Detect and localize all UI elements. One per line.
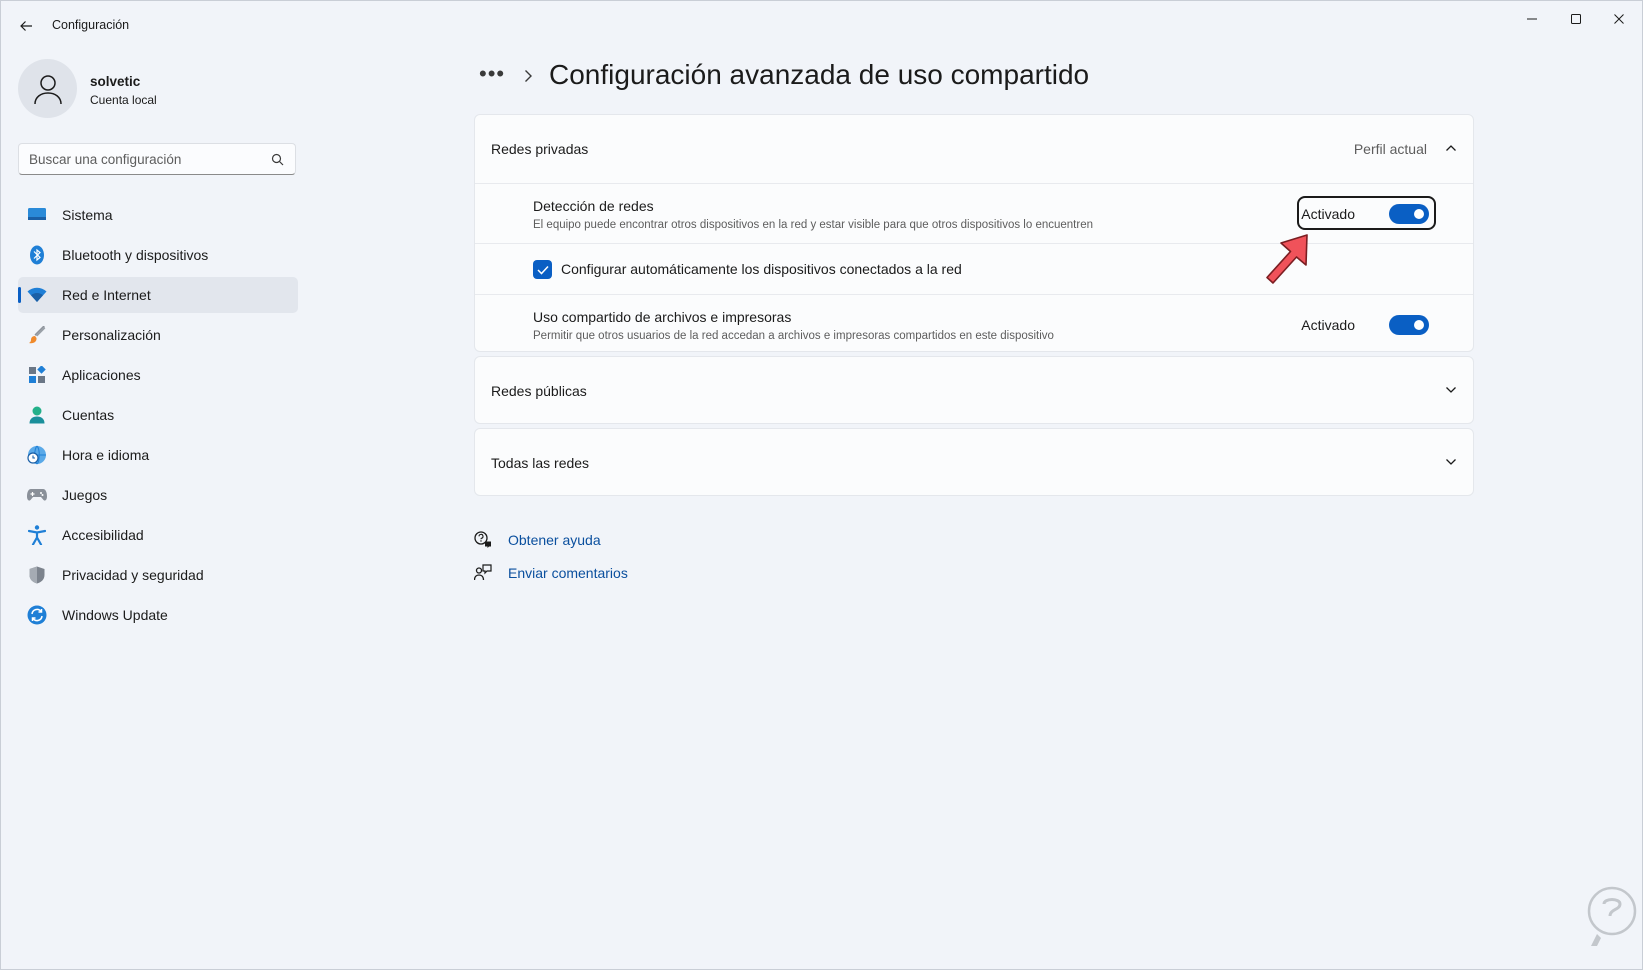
sidebar-item-label: Juegos bbox=[62, 487, 108, 503]
all-networks-card: Todas las redes bbox=[474, 428, 1474, 496]
brush-icon bbox=[27, 325, 47, 345]
public-networks-header[interactable]: Redes públicas bbox=[475, 357, 1473, 425]
file-sharing-title: Uso compartido de archivos e impresoras bbox=[533, 309, 792, 325]
help-chat-icon bbox=[474, 531, 491, 548]
wifi-icon bbox=[27, 285, 47, 305]
private-networks-header[interactable]: Redes privadas Perfil actual bbox=[475, 115, 1473, 183]
sidebar-item-label: Cuentas bbox=[62, 407, 115, 423]
sidebar-item-label: Windows Update bbox=[62, 607, 168, 623]
get-help-link[interactable]: Obtener ayuda bbox=[474, 531, 601, 549]
send-feedback-link[interactable]: Enviar comentarios bbox=[474, 564, 628, 582]
user-name: solvetic bbox=[90, 74, 141, 89]
file-sharing-row: Uso compartido de archivos e impresoras … bbox=[475, 294, 1473, 354]
network-discovery-title: Detección de redes bbox=[533, 198, 654, 214]
sidebar-item-label: Privacidad y seguridad bbox=[62, 567, 204, 583]
bluetooth-icon bbox=[27, 245, 47, 265]
gamepad-icon bbox=[27, 485, 47, 505]
file-sharing-description: Permitir que otros usuarios de la red ac… bbox=[533, 330, 1054, 342]
breadcrumb-overflow-button[interactable]: ••• bbox=[479, 63, 505, 85]
sidebar-item-label: Red e Internet bbox=[62, 287, 151, 303]
file-sharing-state: Activado bbox=[1301, 317, 1355, 333]
sidebar-item-label: Sistema bbox=[62, 207, 113, 223]
search-icon[interactable] bbox=[271, 153, 284, 166]
sidebar-item-accesibilidad[interactable]: Accesibilidad bbox=[18, 517, 298, 553]
toggle-knob bbox=[1414, 209, 1424, 219]
sidebar-nav: Sistema Bluetooth y dispositivos Red e I… bbox=[18, 197, 298, 637]
sidebar-item-red-e-internet[interactable]: Red e Internet bbox=[18, 277, 298, 313]
page-title: Configuración avanzada de uso compartido bbox=[549, 59, 1090, 90]
close-icon bbox=[1614, 14, 1624, 24]
globe-clock-icon bbox=[27, 445, 47, 465]
all-networks-header[interactable]: Todas las redes bbox=[475, 429, 1473, 497]
chevron-down-icon[interactable] bbox=[1445, 456, 1457, 468]
person-icon bbox=[33, 74, 62, 104]
auto-setup-checkbox[interactable] bbox=[533, 260, 552, 279]
private-networks-label: Redes privadas bbox=[491, 141, 589, 157]
sidebar-item-label: Hora e idioma bbox=[62, 447, 150, 463]
get-help-label: Obtener ayuda bbox=[508, 532, 601, 548]
public-networks-card: Redes públicas bbox=[474, 356, 1474, 424]
chevron-up-icon[interactable] bbox=[1445, 142, 1457, 154]
sidebar-item-sistema[interactable]: Sistema bbox=[18, 197, 298, 233]
back-button[interactable] bbox=[13, 13, 39, 39]
file-sharing-toggle[interactable] bbox=[1389, 315, 1429, 335]
network-discovery-row: Detección de redes El equipo puede encon… bbox=[475, 183, 1473, 243]
update-icon bbox=[27, 605, 47, 625]
sidebar-item-label: Bluetooth y dispositivos bbox=[62, 247, 209, 263]
toggle-knob bbox=[1414, 320, 1424, 330]
settings-window: Configuración solvetic Cuenta local Busc… bbox=[0, 0, 1643, 970]
back-arrow-icon bbox=[20, 21, 32, 31]
send-feedback-label: Enviar comentarios bbox=[508, 565, 628, 581]
maximize-icon bbox=[1571, 14, 1581, 24]
public-networks-label: Redes públicas bbox=[491, 383, 587, 399]
auto-setup-label: Configurar automáticamente los dispositi… bbox=[561, 261, 962, 277]
sidebar-item-windows-update[interactable]: Windows Update bbox=[18, 597, 298, 633]
network-discovery-description: El equipo puede encontrar otros disposit… bbox=[533, 219, 1093, 231]
all-networks-label: Todas las redes bbox=[491, 455, 590, 471]
app-title: Configuración bbox=[52, 18, 130, 32]
chevron-down-icon[interactable] bbox=[1445, 384, 1457, 396]
avatar[interactable] bbox=[18, 59, 77, 118]
sidebar-item-aplicaciones[interactable]: Aplicaciones bbox=[18, 357, 298, 393]
sidebar-item-juegos[interactable]: Juegos bbox=[18, 477, 298, 513]
search-input[interactable] bbox=[19, 144, 259, 174]
sidebar-item-privacidad[interactable]: Privacidad y seguridad bbox=[18, 557, 298, 593]
checkmark-icon bbox=[536, 265, 549, 275]
network-discovery-toggle[interactable] bbox=[1389, 204, 1429, 224]
apps-icon bbox=[27, 365, 47, 385]
auto-setup-row: Configurar automáticamente los dispositi… bbox=[475, 243, 1473, 294]
title-bar: Configuración bbox=[1, 1, 1642, 49]
sidebar-item-label: Personalización bbox=[62, 327, 161, 343]
account-type: Cuenta local bbox=[90, 93, 157, 107]
person-icon bbox=[27, 405, 47, 425]
sidebar-item-personalizacion[interactable]: Personalización bbox=[18, 317, 298, 353]
accessibility-icon bbox=[27, 525, 47, 545]
sidebar-item-hora-e-idioma[interactable]: Hora e idioma bbox=[18, 437, 298, 473]
maximize-button[interactable] bbox=[1553, 3, 1599, 35]
private-networks-card: Redes privadas Perfil actual Detección d… bbox=[474, 114, 1474, 352]
sidebar-item-label: Accesibilidad bbox=[62, 527, 144, 543]
feedback-icon bbox=[474, 564, 492, 581]
monitor-icon bbox=[27, 205, 47, 225]
close-button[interactable] bbox=[1596, 3, 1642, 35]
network-discovery-state: Activado bbox=[1301, 206, 1355, 222]
search-box[interactable] bbox=[18, 143, 296, 175]
current-profile-badge: Perfil actual bbox=[1353, 141, 1427, 157]
sidebar-item-cuentas[interactable]: Cuentas bbox=[18, 397, 298, 433]
shield-icon bbox=[27, 565, 47, 585]
sidebar-item-label: Aplicaciones bbox=[62, 367, 141, 383]
minimize-icon bbox=[1527, 18, 1537, 20]
minimize-button[interactable] bbox=[1509, 3, 1555, 35]
watermark-logo-icon bbox=[1587, 886, 1637, 946]
sidebar-item-bluetooth[interactable]: Bluetooth y dispositivos bbox=[18, 237, 298, 273]
chevron-right-icon bbox=[525, 70, 532, 82]
